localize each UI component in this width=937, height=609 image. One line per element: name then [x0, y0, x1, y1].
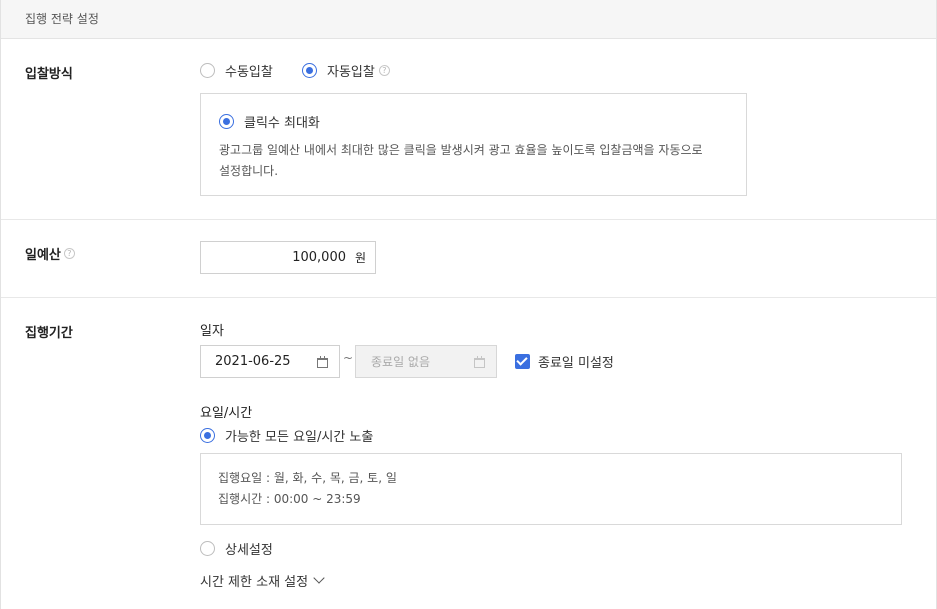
panel-header: 집행 전략 설정 [1, 0, 936, 39]
panel-title: 집행 전략 설정 [25, 12, 99, 26]
time-limit-toggle[interactable]: 시간 제한 소재 설정 [200, 571, 325, 590]
bid-strategy-box: 클릭수 최대화 광고그룹 일예산 내에서 최대한 많은 클릭을 발생시켜 광고 … [200, 93, 747, 196]
summary-days: 집행요일 : 월, 화, 수, 목, 금, 토, 일 [218, 471, 397, 485]
no-end-date-option[interactable]: 종료일 미설정 [515, 352, 614, 371]
no-end-date-checkbox[interactable] [515, 354, 530, 369]
no-end-date-label: 종료일 미설정 [538, 356, 614, 371]
bid-method-label: 입찰방식 [25, 67, 73, 82]
start-date-value: 2021-06-25 [215, 354, 291, 369]
schedule-summary-box: 집행요일 : 월, 화, 수, 목, 금, 토, 일 집행시간 : 00:00 … [200, 453, 902, 525]
manual-bid-radio[interactable] [200, 63, 215, 78]
date-separator: ~ [343, 351, 354, 365]
all-times-option[interactable]: 가능한 모든 요일/시간 노출 [200, 426, 373, 445]
detail-setting-option[interactable]: 상세설정 [200, 539, 273, 558]
start-date-input[interactable]: 2021-06-25 [200, 345, 340, 378]
strategy-settings-panel: 집행 전략 설정 입찰방식 수동입찰 자동입찰 ? 클릭수 최대화 광고그룹 일… [0, 0, 937, 609]
strategy-description-line: 설정합니다. [219, 164, 279, 178]
detail-setting-radio[interactable] [200, 541, 215, 556]
all-times-label: 가능한 모든 요일/시간 노출 [225, 430, 374, 445]
daily-budget-value: 100,000 [292, 250, 346, 265]
click-maximize-option[interactable]: 클릭수 최대화 [219, 112, 320, 131]
dayparting-label: 요일/시간 [200, 406, 253, 421]
all-times-radio[interactable] [200, 428, 215, 443]
detail-setting-label: 상세설정 [225, 543, 273, 558]
end-date-input: 종료일 없음 [355, 345, 497, 378]
help-icon[interactable]: ? [63, 248, 75, 259]
click-maximize-label: 클릭수 최대화 [244, 116, 320, 131]
schedule-summary: 집행요일 : 월, 화, 수, 목, 금, 토, 일 집행시간 : 00:00 … [218, 468, 397, 510]
strategy-description: 광고그룹 일예산 내에서 최대한 많은 클릭을 발생시켜 광고 효율을 높이도록… [219, 140, 703, 182]
calendar-icon [474, 356, 485, 368]
time-limit-label: 시간 제한 소재 설정 [200, 575, 309, 590]
daily-budget-label: 일예산 ? [25, 244, 75, 263]
manual-bid-option[interactable]: 수동입찰 [200, 61, 273, 80]
strategy-description-line: 광고그룹 일예산 내에서 최대한 많은 클릭을 발생시켜 광고 효율을 높이도록… [219, 143, 703, 157]
help-icon[interactable]: ? [378, 65, 390, 76]
end-date-placeholder: 종료일 없음 [371, 355, 431, 369]
currency-unit: 원 [354, 251, 366, 265]
daily-budget-input[interactable]: 100,000 원 [200, 241, 376, 274]
bid-method-section: 입찰방식 수동입찰 자동입찰 ? 클릭수 최대화 광고그룹 일예산 내에서 최대… [1, 39, 936, 220]
auto-bid-label: 자동입찰 [327, 65, 375, 80]
daily-budget-label-text: 일예산 [25, 248, 61, 263]
chevron-down-icon [313, 572, 325, 584]
auto-bid-option[interactable]: 자동입찰 ? [302, 61, 390, 80]
schedule-label: 집행기간 [25, 326, 73, 341]
summary-time: 집행시간 : 00:00 ~ 23:59 [218, 492, 361, 506]
calendar-icon[interactable] [317, 356, 328, 368]
date-label: 일자 [200, 324, 224, 339]
auto-bid-radio[interactable] [302, 63, 317, 78]
daily-budget-section: 일예산 ? 100,000 원 [1, 220, 936, 298]
schedule-section: 집행기간 일자 2021-06-25 ~ 종료일 없음 종료일 미설정 요일/시… [1, 298, 936, 609]
click-maximize-radio[interactable] [219, 114, 234, 129]
manual-bid-label: 수동입찰 [225, 65, 273, 80]
